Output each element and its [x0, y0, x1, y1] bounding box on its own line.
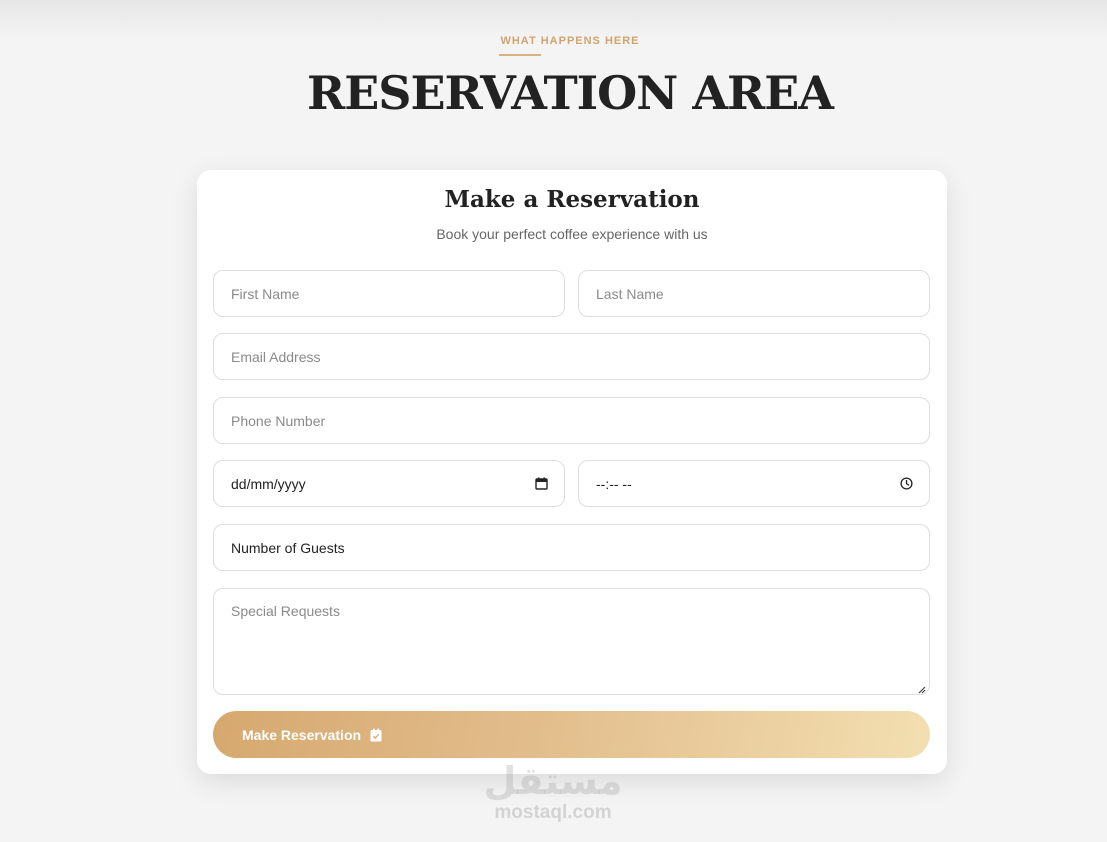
special-requests-placeholder: Special Requests [231, 603, 340, 619]
eyebrow-underline [499, 54, 541, 56]
top-shadow [0, 0, 1107, 40]
svg-text:مستقل: مستقل [486, 759, 620, 803]
date-input[interactable]: dd/mm/yyyy [213, 460, 565, 507]
mostaql-watermark-logo: مستقل [486, 759, 620, 803]
resize-handle[interactable] [916, 681, 926, 694]
calendar-icon[interactable] [534, 477, 548, 491]
email-placeholder: Email Address [231, 348, 321, 365]
guests-select[interactable]: Number of Guests [213, 524, 930, 571]
mostaql-watermark-text: mostaql.com [494, 802, 612, 823]
time-input[interactable]: --:-- -- [578, 460, 930, 507]
phone-input[interactable]: Phone Number [213, 397, 930, 444]
phone-placeholder: Phone Number [231, 412, 326, 429]
last-name-placeholder: Last Name [596, 285, 664, 302]
make-reservation-button[interactable]: Make Reservation [213, 711, 930, 758]
special-requests-textarea[interactable]: Special Requests [213, 588, 930, 695]
email-input[interactable]: Email Address [213, 333, 930, 380]
first-name-input[interactable]: First Name [213, 270, 565, 317]
last-name-input[interactable]: Last Name [578, 270, 930, 317]
form-subtitle: Book your perfect coffee experience with… [436, 226, 708, 242]
section-title: RESERVATION AREA [306, 66, 834, 120]
date-value: dd/mm/yyyy [231, 475, 306, 492]
make-reservation-label: Make Reservation [242, 726, 362, 743]
calendar-check-icon [370, 728, 382, 742]
guests-value: Number of Guests [231, 539, 345, 556]
section-eyebrow: WHAT HAPPENS HERE [500, 35, 640, 47]
time-value: --:-- -- [596, 475, 632, 492]
form-title: Make a Reservation [444, 186, 700, 213]
clock-icon[interactable] [899, 477, 913, 491]
first-name-placeholder: First Name [231, 285, 300, 302]
